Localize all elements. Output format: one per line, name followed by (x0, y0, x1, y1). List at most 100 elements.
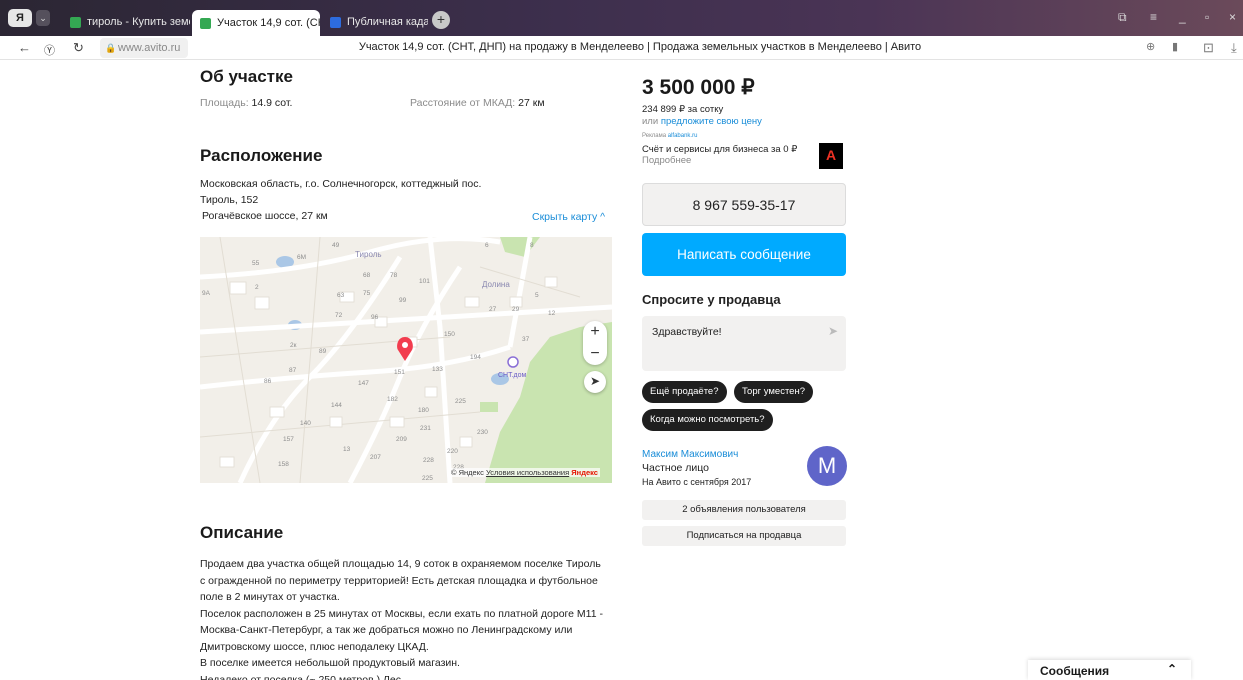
tab-search-results[interactable]: тироль - Купить земельн (62, 10, 190, 34)
distance-row: Расстояние от МКАД: 27 км (410, 97, 545, 109)
tab-label: Участок 14,9 сот. (СНТ, (217, 17, 320, 29)
ad-more-link[interactable]: Подробнее (642, 155, 691, 166)
ad-label-row: Реклама alfabank.ru (642, 133, 697, 139)
tab-listing[interactable]: Участок 14,9 сот. (СНТ, × (192, 10, 320, 36)
distance-label: Расстояние от МКАД: (410, 97, 516, 109)
seller-name-link[interactable]: Максим Максимович (642, 449, 738, 460)
browser-tab-bar: Я ⌄ тироль - Купить земельн Участок 14,9… (0, 0, 1243, 36)
house-number: 140 (300, 420, 311, 427)
messages-bar[interactable]: Сообщения ⌃ (1028, 660, 1191, 680)
house-number: 9А (202, 290, 211, 297)
location-title: Расположение (200, 146, 323, 165)
reader-icon[interactable]: ⊕ (1146, 40, 1155, 53)
tab-cadastral-map[interactable]: Публичная кадастровая к (322, 10, 428, 34)
house-number: 49 (332, 242, 340, 249)
house-number: 89 (319, 348, 327, 355)
chip-still-selling[interactable]: Ещё продаёте? (642, 381, 727, 403)
map-label-snt: СНТ.дом (498, 372, 527, 379)
house-number: 157 (283, 436, 294, 443)
house-number: 228 (423, 457, 434, 464)
distance-value: 27 км (518, 97, 545, 109)
map[interactable]: 49 6 8 55 6М 68 78 101 9А 2 63 75 99 72 … (200, 237, 612, 483)
house-number: 55 (252, 260, 260, 267)
map-zoom-control: + − (583, 321, 607, 365)
reload-icon[interactable]: ↻ (73, 40, 84, 56)
bookmark-icon[interactable]: ▮ (1172, 40, 1178, 53)
chip-bargain[interactable]: Торг уместен? (734, 381, 813, 403)
house-number: 96 (371, 314, 379, 321)
zoom-out-button[interactable]: − (583, 343, 607, 365)
ad-domain-link[interactable]: alfabank.ru (668, 133, 698, 139)
new-tab-button[interactable]: + (432, 11, 450, 29)
ask-seller-input[interactable]: Здравствуйте! ➤ (642, 316, 846, 371)
alfabank-logo-icon[interactable]: А (819, 143, 843, 169)
map-attribution: © Яндекс Условия использования Яндекс (449, 468, 600, 477)
seller-ads-button[interactable]: 2 объявления пользователя (642, 500, 846, 520)
chevron-down-icon[interactable]: ⌄ (36, 10, 50, 26)
house-number: 220 (447, 448, 458, 455)
offer-price-link[interactable]: предложите свою цену (661, 116, 762, 127)
map-favicon-icon (330, 16, 341, 28)
house-number: 147 (358, 380, 369, 387)
area-row: Площадь: 14.9 сот. (200, 97, 292, 109)
download-icon[interactable]: ⤓ (1231, 40, 1237, 56)
house-number: 8 (530, 242, 534, 249)
poi-icon[interactable] (507, 356, 519, 368)
restore-icon[interactable]: ▫ (1205, 10, 1209, 24)
house-number: 78 (390, 272, 398, 279)
offer-price-row: или предложите свою цену (642, 116, 762, 127)
house-number: 63 (337, 292, 345, 299)
area-label: Площадь: (200, 97, 249, 109)
house-number: 209 (396, 436, 407, 443)
close-window-icon[interactable]: × (1229, 10, 1236, 24)
geolocation-button[interactable]: ➤ (584, 371, 606, 393)
back-icon[interactable]: ← (18, 40, 31, 55)
url-field[interactable]: 🔒 www.avito.ru (100, 38, 188, 58)
area-value: 14.9 сот. (251, 97, 293, 109)
write-message-button[interactable]: Написать сообщение (642, 233, 846, 276)
send-icon[interactable]: ➤ (828, 324, 838, 338)
or-text: или (642, 116, 659, 127)
chevron-up-icon[interactable]: ⌃ (1167, 662, 1177, 676)
menu-icon[interactable]: ≡ (1150, 10, 1157, 24)
description-line: В поселке имеется небольшой продуктовый … (200, 657, 460, 669)
house-number: 150 (444, 331, 455, 338)
house-number: 225 (455, 398, 466, 405)
house-number: 12 (548, 310, 556, 317)
house-number: 225 (422, 475, 433, 482)
avito-favicon-icon (70, 16, 81, 28)
avatar[interactable]: M (807, 446, 847, 486)
chip-when-view[interactable]: Когда можно посмотреть? (642, 409, 773, 431)
house-number: 194 (470, 354, 481, 361)
subscribe-seller-button[interactable]: Подписаться на продавца (642, 526, 846, 546)
house-number: 2к (290, 342, 297, 349)
yandex-icon[interactable]: Ⓨ (44, 42, 55, 58)
house-number: 75 (363, 290, 371, 297)
description-line: Москва-Санкт-Петербург, а так же добрать… (200, 624, 573, 636)
phone-button[interactable]: 8 967 559-35-17 (642, 183, 846, 226)
ad-text[interactable]: Счёт и сервисы для бизнеса за 0 ₽ (642, 144, 797, 155)
house-number: 101 (419, 278, 430, 285)
house-number: 86 (264, 378, 272, 385)
house-number: 231 (420, 425, 431, 432)
avito-favicon-icon (200, 17, 211, 29)
house-number: 144 (331, 402, 342, 409)
description-line: Продаем два участка общей площадью 14, 9… (200, 558, 601, 570)
address-line-1: Московская область, г.о. Солнечногорск, … (200, 178, 482, 190)
highway-distance: Рогачёвское шоссе, 27 км (202, 210, 328, 222)
description-line: поле в 2 минутах от участка. (200, 591, 340, 603)
house-number: 99 (399, 297, 407, 304)
url-text: www.avito.ru (118, 42, 181, 54)
hide-map-link[interactable]: Скрыть карту ^ (532, 211, 605, 223)
map-copyright: © Яндекс (451, 468, 484, 477)
browser-menu-button[interactable]: Я (8, 9, 32, 27)
tabs-overview-icon[interactable]: ⧉ (1118, 10, 1127, 25)
minimize-icon[interactable]: _ (1179, 10, 1186, 24)
map-terms-link[interactable]: Условия использования (486, 468, 569, 477)
extensions-icon[interactable]: ⊡ (1203, 40, 1214, 56)
seller-type: Частное лицо (642, 462, 710, 474)
house-number: 230 (477, 429, 488, 436)
house-number: 27 (489, 306, 497, 313)
page-title: Участок 14,9 сот. (СНТ, ДНП) на продажу … (358, 41, 922, 53)
zoom-in-button[interactable]: + (583, 321, 607, 343)
